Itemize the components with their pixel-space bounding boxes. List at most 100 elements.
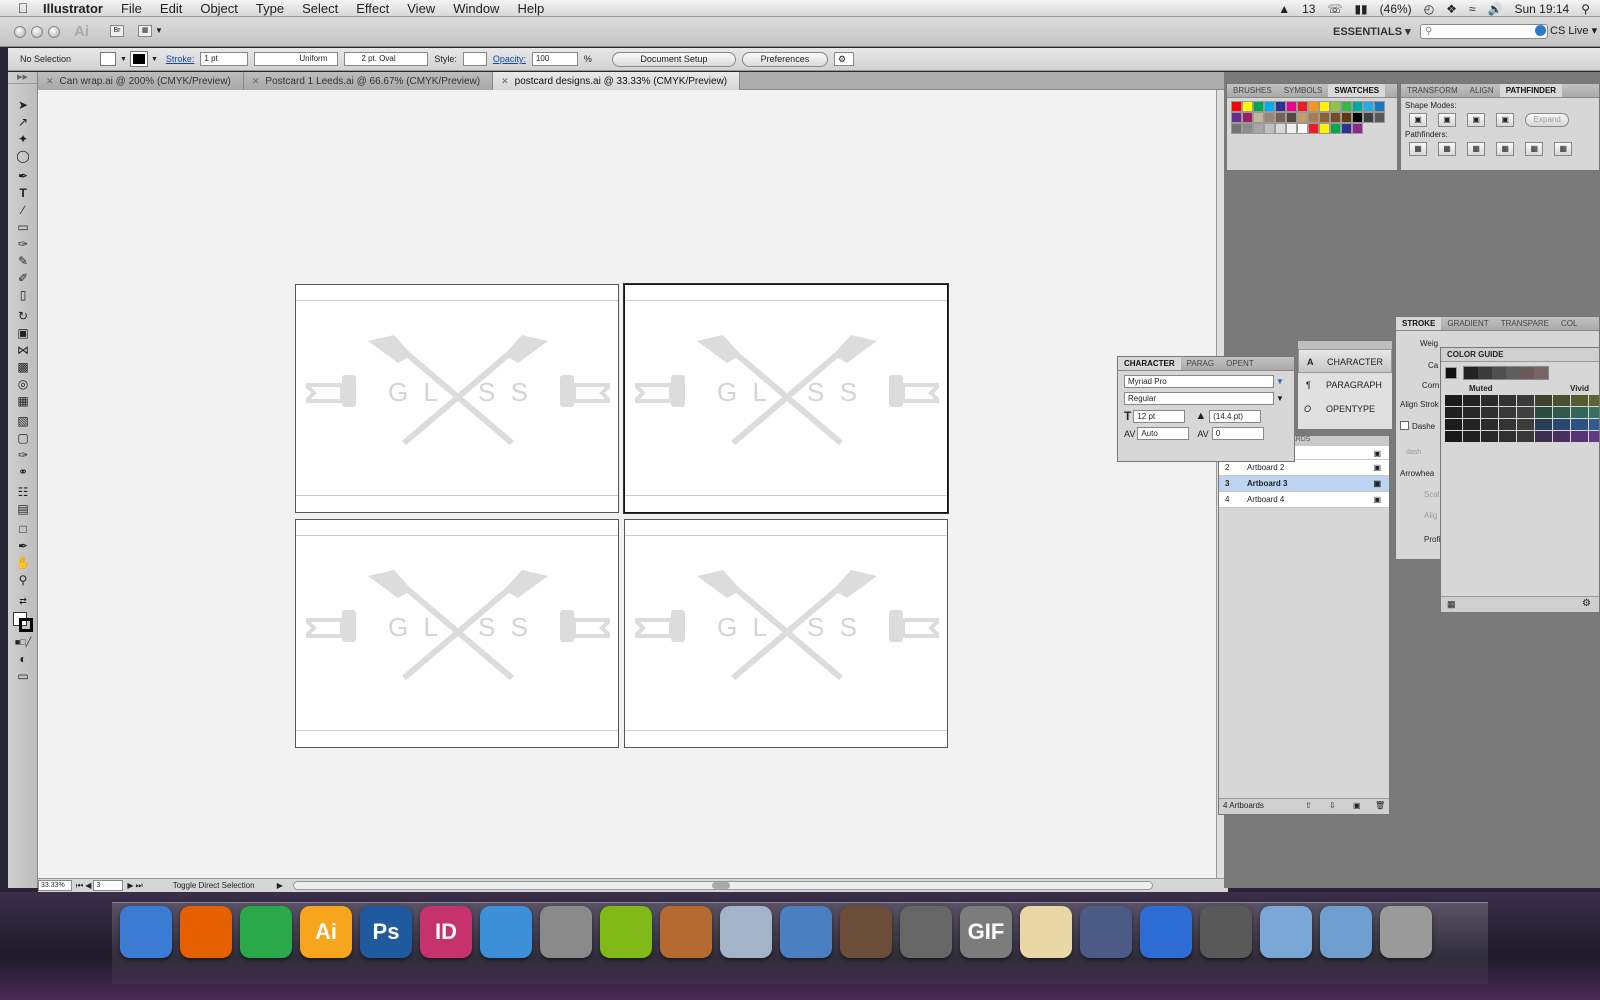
menu-file[interactable]: File (112, 1, 151, 16)
artboard-options-icon[interactable]: ▣ (1373, 460, 1381, 475)
swatch[interactable] (1242, 123, 1253, 134)
glass-logo-artwork[interactable]: G L S S (635, 570, 939, 682)
color-variation-swatch[interactable] (1445, 419, 1462, 430)
menu-select[interactable]: Select (293, 1, 347, 16)
menu-type[interactable]: Type (247, 1, 293, 16)
color-variation-swatch[interactable] (1589, 419, 1599, 430)
harmony-swatch[interactable] (1506, 367, 1520, 379)
crop-button[interactable]: ▦ (1496, 142, 1515, 156)
move-down-icon[interactable]: ⇩ (1329, 799, 1336, 813)
status-tool-hint[interactable]: Toggle Direct Selection (173, 881, 277, 890)
fill-dropdown-icon[interactable]: ▼ (120, 56, 127, 63)
tab-transparency[interactable]: TRANSPARE (1495, 317, 1555, 330)
hand-tool-icon[interactable]: ✋ (14, 556, 32, 571)
tab-brushes[interactable]: BRUSHES (1227, 84, 1278, 97)
color-variation-swatch[interactable] (1481, 419, 1498, 430)
harmony-swatch[interactable] (1520, 367, 1534, 379)
swatch[interactable] (1264, 101, 1275, 112)
harmony-swatch[interactable] (1492, 367, 1506, 379)
zoom-window-button[interactable] (48, 26, 60, 38)
artboard-options-icon[interactable]: ▣ (1373, 446, 1381, 459)
finder-icon[interactable] (120, 906, 172, 958)
intersect-button[interactable]: ▣ (1467, 113, 1486, 127)
artboard-2[interactable]: G L S S (624, 284, 948, 513)
workspace-switcher[interactable]: ESSENTIALS ▾ (1333, 25, 1411, 38)
zoom-level-field[interactable]: 33.33% (38, 880, 72, 891)
color-variation-swatch[interactable] (1445, 431, 1462, 442)
swatch[interactable] (1275, 112, 1286, 123)
next-artboard-icon[interactable]: ▶ (127, 881, 133, 890)
color-variation-swatch[interactable] (1517, 419, 1534, 430)
kerning-field[interactable]: Auto (1137, 427, 1190, 440)
lasso-icon[interactable]: ◯ (14, 149, 32, 164)
color-variation-swatch[interactable] (1481, 431, 1498, 442)
gif-icon[interactable]: GIF (960, 906, 1012, 958)
swatch[interactable] (1374, 101, 1385, 112)
brush-definition[interactable]: 2 pt. Oval (344, 52, 429, 66)
adobe-update-icon[interactable]: ▲ (1278, 2, 1290, 16)
swatch[interactable] (1231, 112, 1242, 123)
color-variation-swatch[interactable] (1535, 431, 1552, 442)
color-variation-swatch[interactable] (1553, 419, 1570, 430)
swatch[interactable] (1341, 123, 1352, 134)
shape-builder-icon[interactable]: ◎ (14, 377, 32, 392)
close-tab-icon[interactable]: ✕ (46, 76, 54, 86)
base-color-swatch[interactable] (1445, 367, 1457, 379)
rectangle-tool-icon[interactable]: ▭ (14, 220, 32, 235)
color-variation-swatch[interactable] (1517, 407, 1534, 418)
trim-button[interactable]: ▦ (1438, 142, 1457, 156)
harmony-swatch[interactable] (1534, 367, 1548, 379)
swatch[interactable] (1275, 101, 1286, 112)
preferences-button[interactable]: Preferences (741, 51, 828, 67)
column-graph-icon[interactable]: ▤ (14, 502, 32, 517)
color-variation-swatch[interactable] (1589, 407, 1599, 418)
harmony-colors[interactable] (1463, 366, 1549, 380)
arrange-documents-icon[interactable]: ▦ (138, 25, 152, 37)
time-machine-icon[interactable]: ◴ (1424, 2, 1434, 16)
swatch[interactable] (1363, 112, 1374, 123)
swatch[interactable] (1308, 101, 1319, 112)
apple-icon[interactable]:  (12, 0, 34, 16)
tab-can-wrap[interactable]: ✕ Can wrap.ai @ 200% (CMYK/Preview) (38, 72, 244, 90)
new-artboard-icon[interactable]: ▣ (1353, 799, 1361, 813)
menu-view[interactable]: View (398, 1, 444, 16)
type-tool-icon[interactable]: T (14, 186, 32, 201)
color-variation-swatch[interactable] (1589, 431, 1599, 442)
font-family-dropdown-icon[interactable]: ▼ (1276, 377, 1284, 386)
color-variation-swatch[interactable] (1499, 395, 1516, 406)
help-search-input[interactable]: ⚲ (1420, 24, 1548, 39)
eyedropper-icon[interactable]: ✑ (14, 448, 32, 463)
scroll-thumb[interactable] (711, 882, 730, 889)
glass-logo-artwork[interactable]: G L S S (635, 335, 939, 447)
arrange-icon[interactable]: ⚙ (833, 52, 854, 66)
swatch[interactable] (1286, 101, 1297, 112)
direct-selection-tool-icon[interactable]: ↗ (14, 115, 32, 130)
color-variation-swatch[interactable] (1499, 431, 1516, 442)
color-variation-swatch[interactable] (1553, 407, 1570, 418)
minimize-window-button[interactable] (31, 26, 43, 38)
tab-stroke[interactable]: STROKE (1396, 317, 1442, 330)
swatch[interactable] (1341, 112, 1352, 123)
color-variation-swatch[interactable] (1463, 395, 1480, 406)
paintbrush-icon[interactable]: ✑ (14, 237, 32, 252)
swatch[interactable] (1242, 101, 1253, 112)
downloads-folder-icon[interactable] (1320, 906, 1372, 958)
tab-pathfinder[interactable]: PATHFINDER (1499, 84, 1563, 97)
film-icon[interactable] (840, 906, 892, 958)
color-variation-swatch[interactable] (1571, 431, 1588, 442)
last-artboard-icon[interactable]: ⏭ (136, 881, 143, 891)
document-setup-button[interactable]: Document Setup (611, 51, 736, 67)
bluetooth-icon[interactable] (1140, 906, 1192, 958)
selection-tool-icon[interactable]: ➤ (14, 98, 32, 113)
flyout-grip[interactable] (1298, 341, 1392, 349)
font-style-field[interactable]: Regular (1124, 392, 1274, 405)
color-variation-swatch[interactable] (1445, 395, 1462, 406)
swatch[interactable] (1330, 112, 1341, 123)
trash-icon[interactable] (1380, 906, 1432, 958)
bridge-button[interactable]: Br (110, 25, 124, 37)
close-tab-icon[interactable]: ✕ (501, 76, 509, 86)
swatch[interactable] (1275, 123, 1286, 134)
word-icon[interactable] (780, 906, 832, 958)
swatch[interactable] (1231, 123, 1242, 134)
graphic-style-picker[interactable] (462, 52, 487, 66)
